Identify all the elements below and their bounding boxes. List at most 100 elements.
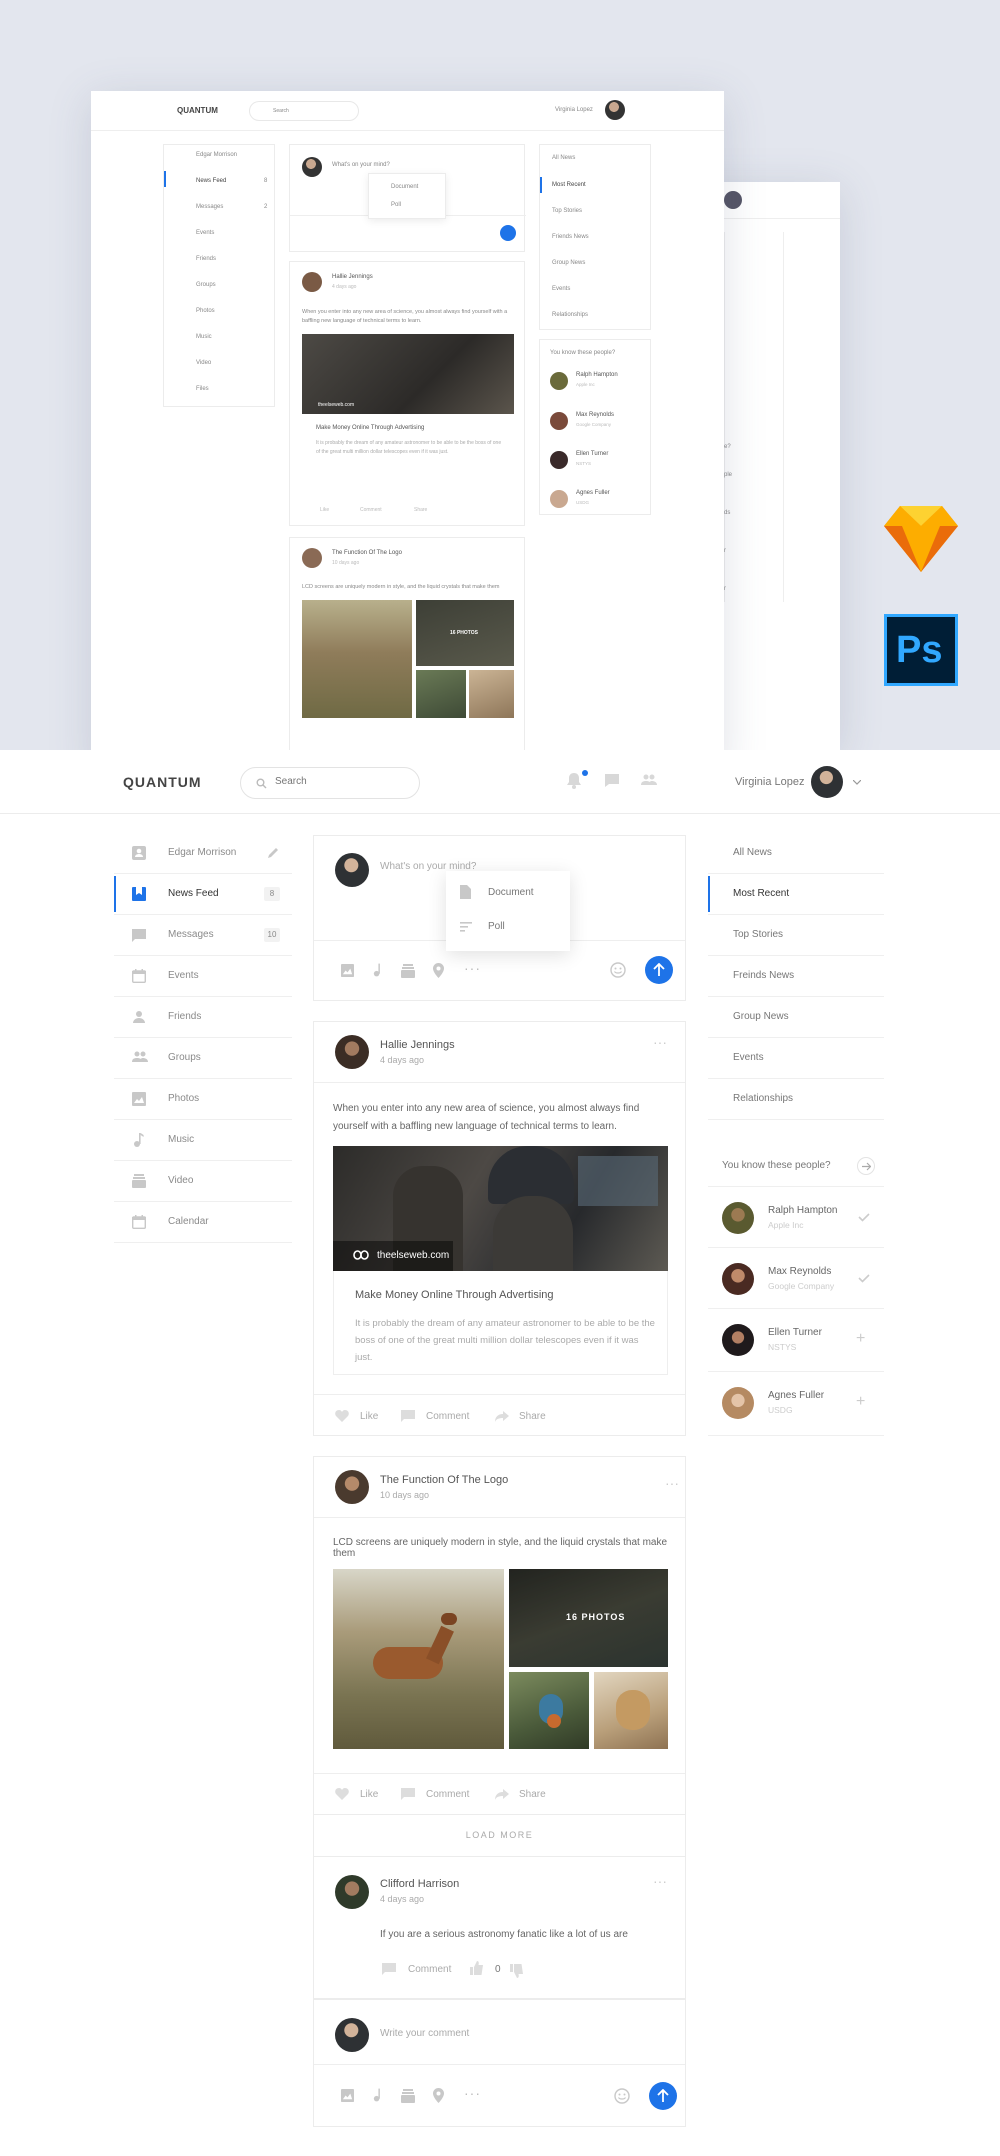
heart-icon[interactable] — [335, 1410, 349, 1422]
photo-gallery[interactable]: 16 PHOTOS — [509, 1569, 668, 1667]
friends-icon[interactable] — [641, 774, 657, 786]
person-row: Ralph Hampton Apple Inc — [708, 1188, 884, 1248]
search-input[interactable] — [275, 776, 405, 787]
chat-icon[interactable] — [604, 773, 620, 788]
load-more-button[interactable]: LOAD MORE — [314, 1830, 685, 1840]
share-icon[interactable] — [495, 1411, 509, 1422]
post-button[interactable] — [645, 956, 673, 984]
comment-icon[interactable] — [401, 1788, 415, 1801]
menu-item-document[interactable]: Document — [488, 887, 534, 898]
music-icon[interactable] — [372, 963, 383, 977]
comment-icon[interactable] — [401, 1410, 415, 1423]
load-more-row: LOAD MORE — [313, 1815, 686, 1857]
sidebar-item-messages[interactable]: Messages 10 — [114, 915, 292, 956]
comment-icon[interactable] — [382, 1963, 396, 1976]
comment-author[interactable]: Clifford Harrison — [380, 1878, 459, 1890]
sidebar-item-friends[interactable]: Friends — [114, 997, 292, 1038]
thumbs-up-icon[interactable] — [470, 1961, 484, 1975]
location-icon[interactable] — [433, 2088, 444, 2103]
add-icon[interactable]: + — [856, 1393, 865, 1411]
emoji-icon[interactable] — [614, 2088, 630, 2104]
avatar[interactable] — [335, 1035, 369, 1069]
sidebar-item-news-feed[interactable]: News Feed 8 — [114, 874, 292, 915]
user-avatar[interactable] — [811, 766, 843, 798]
comment-button[interactable]: Comment — [426, 1789, 469, 1800]
photo-lioness[interactable] — [594, 1672, 668, 1749]
badge: 8 — [264, 887, 280, 901]
comment-input[interactable]: Write your comment — [380, 2028, 469, 2039]
filter-events[interactable]: Events — [708, 1038, 884, 1079]
sidebar-item-events[interactable]: Events — [114, 956, 292, 997]
menu-item-poll[interactable]: Poll — [488, 921, 505, 932]
photo-bird[interactable] — [509, 1672, 589, 1749]
more-options-icon[interactable]: ··· — [653, 1034, 667, 1050]
video-icon[interactable] — [401, 2089, 415, 2103]
sidebar-item-photos[interactable]: Photos — [114, 1079, 292, 1120]
person-name[interactable]: Ralph Hampton — [768, 1205, 837, 1216]
post-author[interactable]: Hallie Jennings — [380, 1039, 455, 1051]
sidebar-item-music[interactable]: Music — [114, 1120, 292, 1161]
avatar[interactable] — [722, 1263, 754, 1295]
thumbs-down-icon[interactable] — [510, 1964, 524, 1978]
link-image[interactable]: theelseweb.com — [333, 1146, 668, 1271]
app-logo[interactable]: QUANTUM — [123, 774, 202, 790]
check-icon[interactable] — [858, 1274, 870, 1283]
sidebar-item-profile[interactable]: Edgar Morrison — [114, 833, 292, 874]
like-button[interactable]: Like — [360, 1411, 378, 1422]
person-name[interactable]: Max Reynolds — [768, 1266, 831, 1277]
edit-icon[interactable] — [267, 846, 280, 859]
image-icon[interactable] — [341, 2089, 354, 2102]
filter-group-news[interactable]: Group News — [708, 997, 884, 1038]
filter-all-news[interactable]: All News — [708, 833, 884, 874]
location-icon[interactable] — [433, 963, 444, 978]
like-button[interactable]: Like — [360, 1789, 378, 1800]
arrow-up-icon — [657, 2089, 669, 2102]
image-icon[interactable] — [341, 964, 354, 977]
filter-friends-news[interactable]: Freinds News — [708, 956, 884, 997]
video-icon[interactable] — [401, 964, 415, 978]
post-text: When you enter into any new area of scie… — [333, 1103, 640, 1132]
person-name[interactable]: Agnes Fuller — [768, 1390, 824, 1401]
search-box[interactable] — [240, 767, 420, 799]
top-bar: QUANTUM Virginia Lopez — [0, 750, 1000, 814]
post-author[interactable]: The Function Of The Logo — [380, 1474, 508, 1486]
add-icon[interactable]: + — [856, 1330, 865, 1348]
check-icon[interactable] — [858, 1213, 870, 1222]
filter-top-stories[interactable]: Top Stories — [708, 915, 884, 956]
bell-icon[interactable] — [567, 772, 581, 789]
avatar[interactable] — [335, 1470, 369, 1504]
reply-button[interactable]: Comment — [408, 1964, 451, 1975]
sidebar-item-video[interactable]: Video — [114, 1161, 292, 1202]
photo-antelope[interactable] — [333, 1569, 504, 1749]
avatar[interactable] — [722, 1387, 754, 1419]
more-options-icon[interactable]: ··· — [665, 1475, 679, 1491]
more-icon[interactable]: ··· — [464, 2085, 481, 2101]
avatar[interactable] — [722, 1324, 754, 1356]
send-comment-button[interactable] — [649, 2082, 677, 2110]
person-name[interactable]: Ellen Turner — [768, 1327, 822, 1338]
more-options-icon[interactable]: ··· — [653, 1873, 667, 1889]
emoji-icon[interactable] — [610, 962, 626, 978]
sidebar-item-calendar[interactable]: Calendar — [114, 1202, 292, 1243]
back-fragment: r — [724, 586, 726, 592]
share-button[interactable]: Share — [519, 1411, 546, 1422]
heart-icon[interactable] — [335, 1788, 349, 1800]
more-icon[interactable]: ··· — [464, 960, 481, 976]
arrow-right-icon[interactable] — [857, 1157, 875, 1175]
comment-button[interactable]: Comment — [426, 1411, 469, 1422]
user-name[interactable]: Virginia Lopez — [735, 776, 805, 788]
mock-search: Search — [273, 108, 289, 114]
link-preview[interactable]: Make Money Online Through Advertising It… — [333, 1271, 668, 1375]
filter-most-recent[interactable]: Most Recent — [708, 874, 884, 915]
share-icon[interactable] — [495, 1789, 509, 1800]
mock-post: Hallie Jennings 4 days ago When you ente… — [289, 261, 525, 526]
avatar[interactable] — [722, 1202, 754, 1234]
filter-relationships[interactable]: Relationships — [708, 1079, 884, 1120]
avatar[interactable] — [335, 1875, 369, 1909]
group-icon — [132, 1051, 148, 1063]
mock-menu: Document Poll — [368, 173, 446, 219]
share-button[interactable]: Share — [519, 1789, 546, 1800]
sidebar-item-groups[interactable]: Groups — [114, 1038, 292, 1079]
chevron-down-icon[interactable] — [853, 780, 861, 785]
music-icon[interactable] — [372, 2088, 383, 2102]
